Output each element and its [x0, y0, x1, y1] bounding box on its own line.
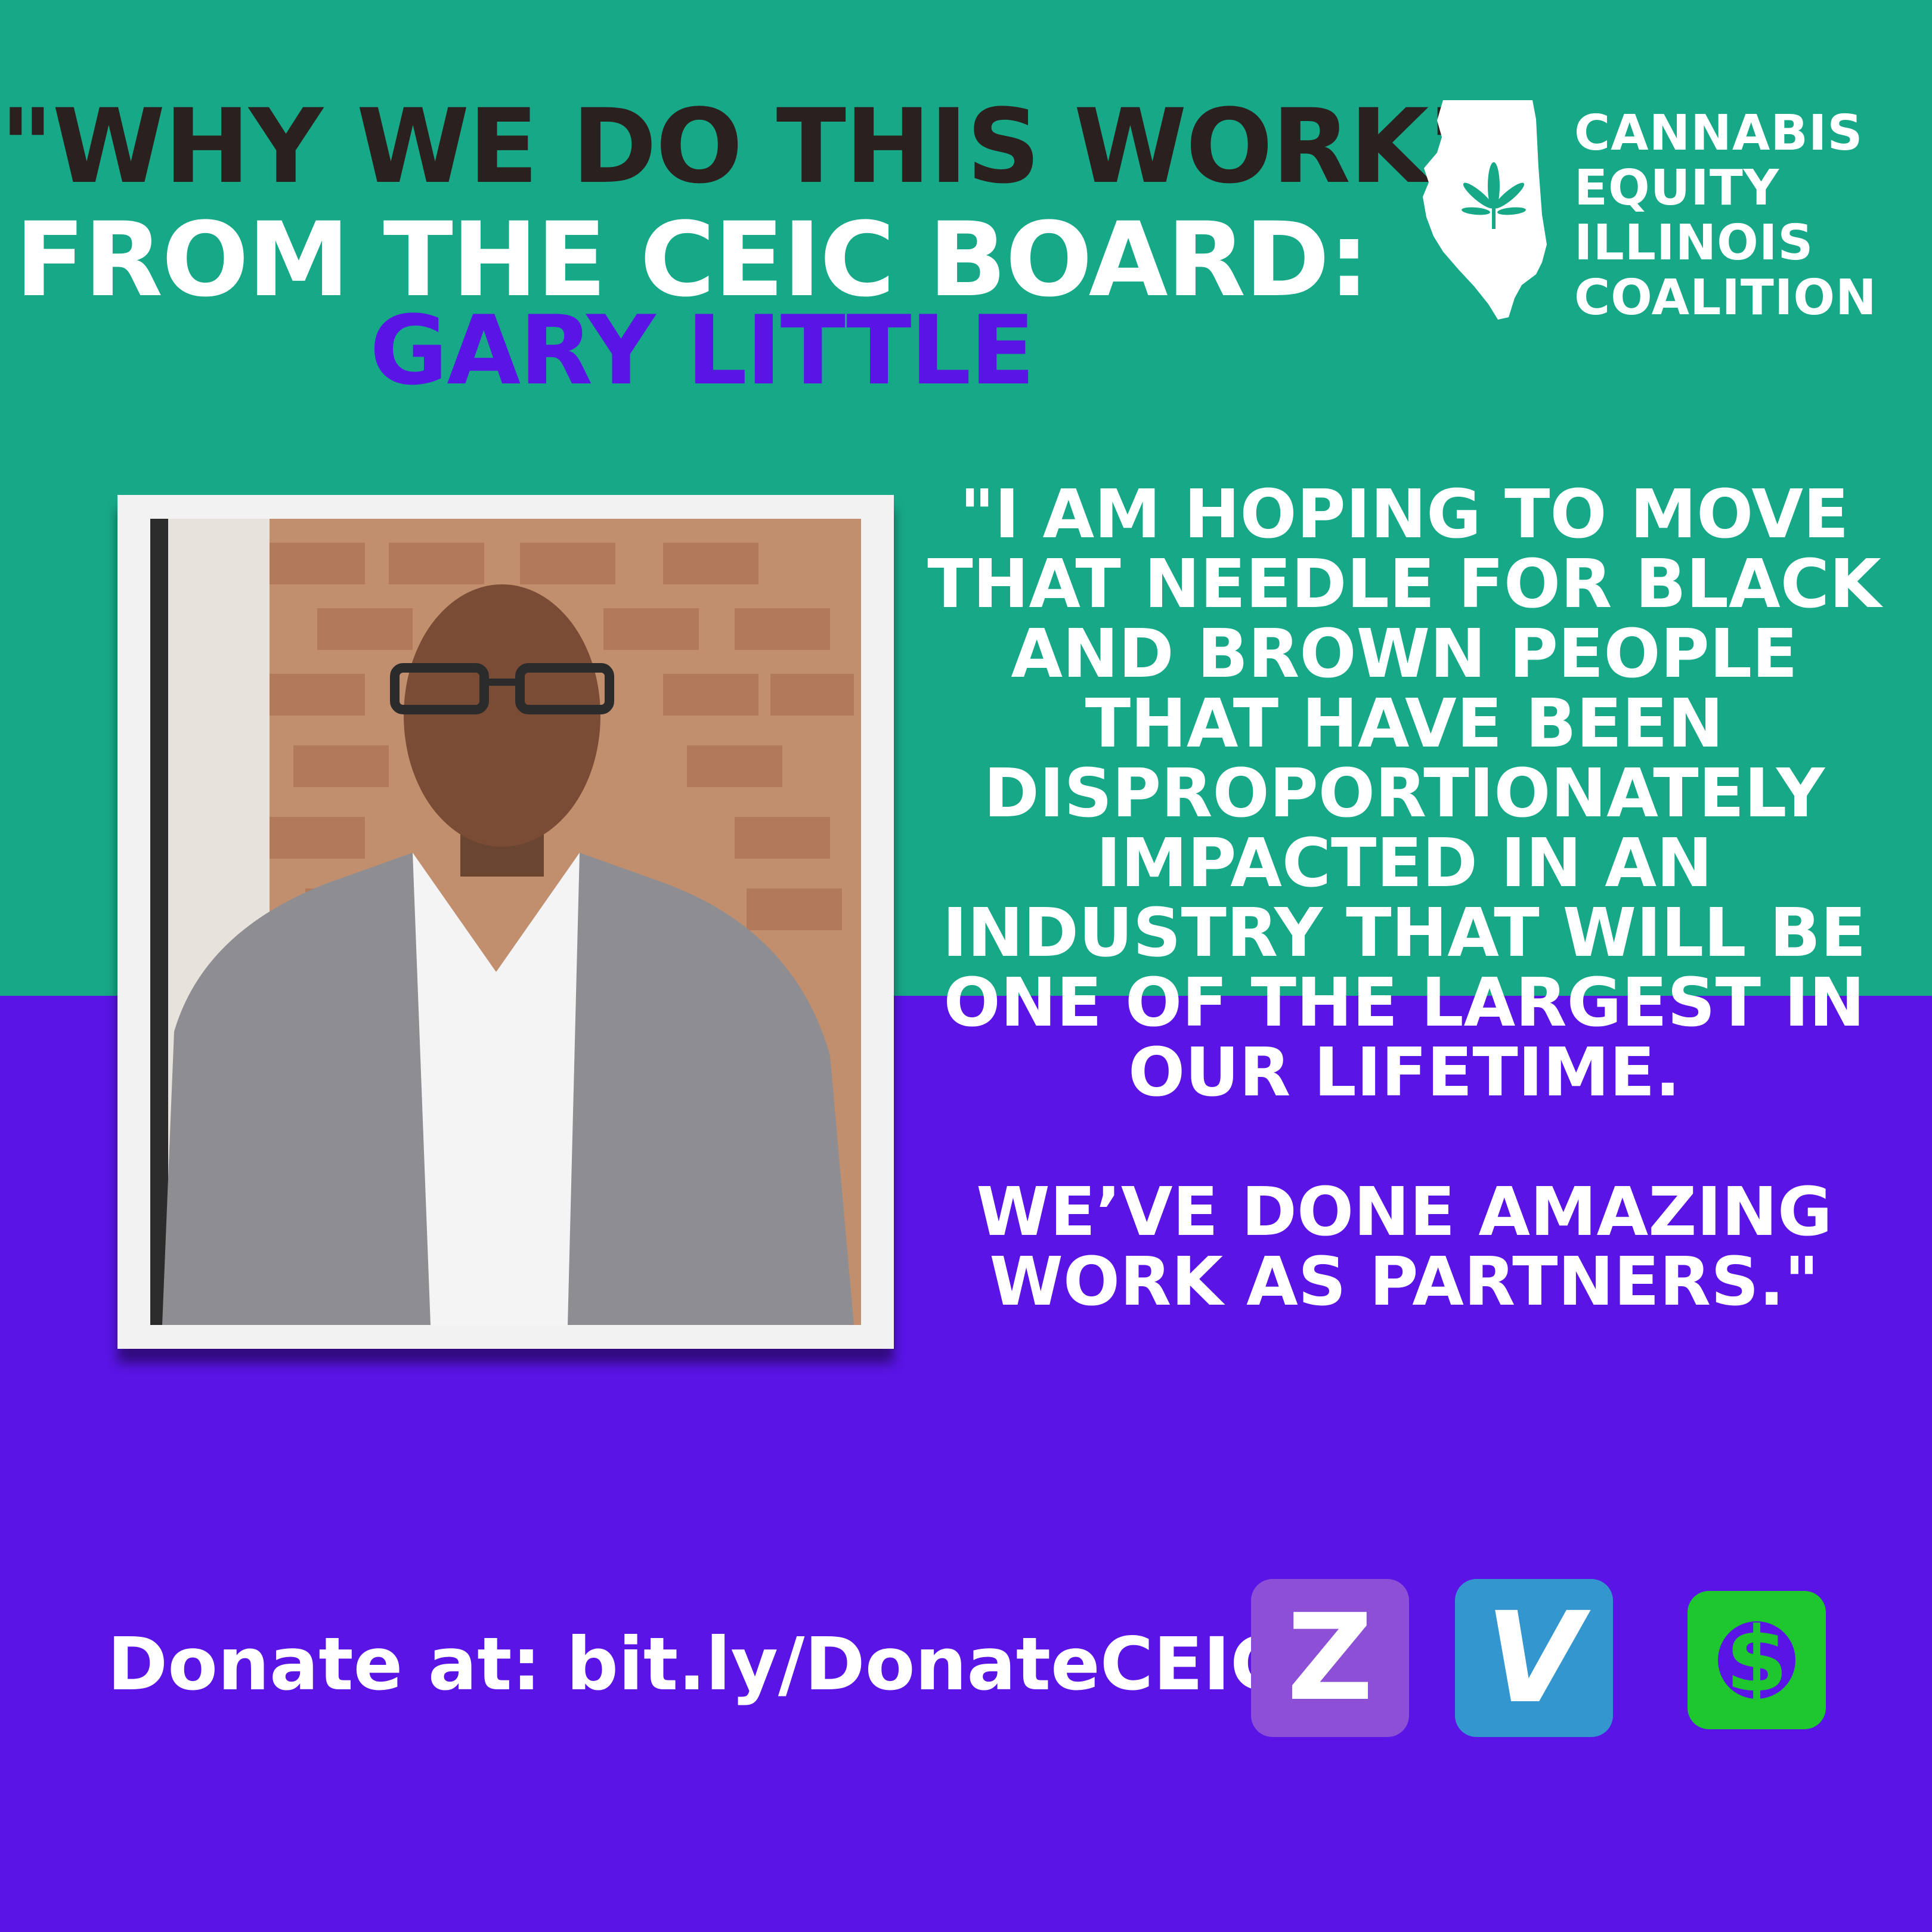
donate-link-text[interactable]: Donate at: bit.ly/DonateCEIC	[107, 1622, 1284, 1707]
cash-app-icon[interactable]: $	[1688, 1591, 1826, 1729]
ceic-logo: CANNABIS EQUITY ILLINOIS COALITION	[1419, 95, 1884, 334]
logo-text-line: ILLINOIS	[1574, 215, 1814, 271]
board-member-name: GARY LITTLE	[370, 295, 1035, 406]
board-member-quote: "I AM HOPING TO MOVE THAT NEEDLE FOR BLA…	[918, 480, 1890, 1317]
zelle-icon[interactable]: Z	[1251, 1579, 1409, 1737]
portrait-photo	[150, 519, 861, 1325]
logo-text-line: EQUITY	[1574, 160, 1780, 216]
zelle-glyph: Z	[1286, 1589, 1374, 1727]
venmo-icon[interactable]: V	[1455, 1579, 1613, 1737]
illinois-state-cannabis-leaf-icon	[1423, 100, 1547, 320]
photo-frame	[117, 495, 894, 1349]
cash-app-glyph: $	[1725, 1608, 1788, 1712]
quote-paragraph-2: WE’VE DONE AMAZING WORK AS PARTNERS."	[976, 1174, 1832, 1321]
venmo-glyph: V	[1485, 1585, 1583, 1731]
quote-paragraph-1: "I AM HOPING TO MOVE THAT NEEDLE FOR BLA…	[927, 476, 1881, 1111]
logo-text-line: COALITION	[1574, 270, 1877, 326]
headline-line-1: "WHY WE DO THIS WORK"	[0, 86, 1481, 206]
logo-text-line: CANNABIS	[1574, 105, 1863, 162]
